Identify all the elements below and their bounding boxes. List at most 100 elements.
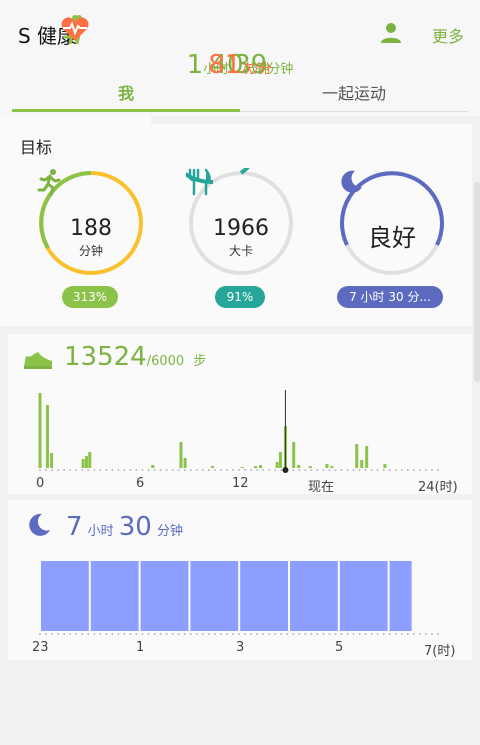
sleep-quality: 良好 xyxy=(368,224,416,252)
steps-baseline-dot xyxy=(153,469,156,471)
sleep-baseline-dot xyxy=(286,633,289,635)
sleep-baseline-dot xyxy=(75,633,78,635)
sleep-baseline-dot xyxy=(274,633,277,635)
sleep-baseline-dot xyxy=(87,633,90,635)
goals-section: 目标 188 分钟 313% 1966 大卡 91% 良好 7 小时 30 分.… xyxy=(0,124,472,326)
sleep-baseline-dot xyxy=(123,633,126,635)
sleep-baseline-dot xyxy=(159,633,162,635)
sleep-baseline-dot xyxy=(340,633,343,635)
steps-bar xyxy=(50,453,54,468)
sleep-segment-bar xyxy=(41,561,89,631)
steps-bar xyxy=(45,405,49,468)
sleep-baseline-dot xyxy=(292,633,295,635)
sleep-baseline-dot xyxy=(111,633,114,635)
sleep-baseline-dot xyxy=(352,633,355,635)
steps-baseline-dot xyxy=(292,469,295,471)
steps-baseline-dot xyxy=(298,469,301,471)
steps-baseline-dot xyxy=(262,469,265,471)
sleep-baseline-dot xyxy=(69,633,72,635)
steps-baseline-dot xyxy=(238,469,240,471)
sleep-baseline-dot xyxy=(304,633,307,635)
steps-baseline-dot xyxy=(45,469,48,471)
steps-baseline-dot xyxy=(225,469,228,471)
steps-baseline-dot xyxy=(310,469,313,471)
steps-baseline-dot xyxy=(177,469,180,471)
steps-baseline-dot xyxy=(147,469,150,471)
sleep-baseline-dot xyxy=(165,633,168,635)
steps-baseline-dot xyxy=(123,469,126,471)
sleep-baseline-dot xyxy=(135,633,138,635)
steps-baseline-dot xyxy=(75,469,78,471)
steps-baseline-dot xyxy=(400,469,403,471)
food-goal-ring[interactable]: 1966 大卡 xyxy=(186,168,296,278)
profile-icon[interactable] xyxy=(380,22,402,44)
sleep-baseline-dot xyxy=(430,633,433,635)
sleep-baseline-dot xyxy=(195,633,198,635)
steps-bar xyxy=(88,452,92,468)
sleep-baseline-dot xyxy=(93,633,96,635)
sleep-goal-ring[interactable]: 良好 xyxy=(337,168,447,278)
steps-baseline-dot xyxy=(231,469,234,471)
steps-baseline-dot xyxy=(370,469,373,471)
steps-bar xyxy=(297,465,301,468)
sleep-baseline-dot xyxy=(370,633,373,635)
sleep-baseline-dot xyxy=(280,633,283,635)
sleep-baseline-dot xyxy=(219,633,222,635)
steps-bar xyxy=(325,464,329,468)
steps-baseline-dot xyxy=(430,469,433,471)
more-button[interactable]: 更多 xyxy=(432,23,464,47)
steps-bar xyxy=(360,460,364,468)
tab-me[interactable]: 我 xyxy=(12,80,240,104)
sleep-baseline-dot xyxy=(244,633,247,635)
steps-bar xyxy=(179,442,183,468)
goals-title: 目标 xyxy=(20,138,53,157)
sleep-baseline-dot xyxy=(171,633,174,635)
sleep-baseline-dot xyxy=(231,633,234,635)
steps-baseline-dot xyxy=(328,469,331,471)
active-tab-indicator xyxy=(12,109,240,112)
steps-bar xyxy=(278,452,282,468)
steps-x-tick-24: 24(时) xyxy=(418,480,458,495)
current-time-marker xyxy=(282,467,289,473)
sleep-card[interactable]: 7 小时 30 分钟 23 1 3 5 7(时) xyxy=(8,500,472,660)
sleep-baseline-dot xyxy=(256,633,259,635)
activity-goal-ring[interactable]: 188 分钟 xyxy=(36,168,146,278)
tab-together[interactable]: 一起运动 xyxy=(240,80,468,104)
sleep-baseline-dot xyxy=(207,633,210,635)
edge-panel-handle[interactable] xyxy=(474,182,480,382)
steps-x-tick-12: 12 xyxy=(232,476,249,491)
sleep-baseline-dot xyxy=(238,633,240,635)
fork-knife-icon xyxy=(188,168,211,196)
sleep-x-tick-5: 5 xyxy=(335,640,344,655)
steps-bar xyxy=(183,458,187,468)
steps-baseline-dot xyxy=(340,469,343,471)
steps-baseline-dot xyxy=(39,469,41,471)
sleep-x-tick-7: 7(时) xyxy=(424,644,456,659)
steps-card[interactable]: 13524/6000 步 0 6 12 现在 24(时) xyxy=(8,334,472,495)
sleep-segment-bar xyxy=(290,561,338,631)
steps-baseline-dot xyxy=(352,469,355,471)
active-minutes-value: 188 xyxy=(70,216,112,241)
calories-unit: 大卡 xyxy=(228,244,253,258)
steps-baseline-dot xyxy=(159,469,162,471)
steps-bar xyxy=(275,462,279,468)
activity-percent-badge: 313% xyxy=(62,286,118,308)
sleep-segment-bar xyxy=(339,561,388,631)
sleep-baseline-dot xyxy=(250,633,253,635)
steps-baseline-dot xyxy=(117,469,120,471)
sleep-baseline-dot xyxy=(388,633,391,635)
sleep-baseline-dot xyxy=(376,633,379,635)
steps-baseline-dot xyxy=(316,469,319,471)
steps-bar xyxy=(308,466,312,468)
food-percent-badge: 91% xyxy=(215,286,265,308)
sleep-baseline-dot xyxy=(406,633,409,635)
sleep-baseline-dot xyxy=(99,633,102,635)
sleep-baseline-dot xyxy=(51,633,54,635)
sleep-baseline-dot xyxy=(262,633,265,635)
moon-icon xyxy=(341,170,362,193)
steps-baseline-dot xyxy=(183,469,186,471)
steps-baseline-dot xyxy=(51,469,54,471)
steps-baseline-dot xyxy=(394,469,397,471)
steps-bar xyxy=(210,466,214,468)
steps-baseline-dot xyxy=(382,469,385,471)
